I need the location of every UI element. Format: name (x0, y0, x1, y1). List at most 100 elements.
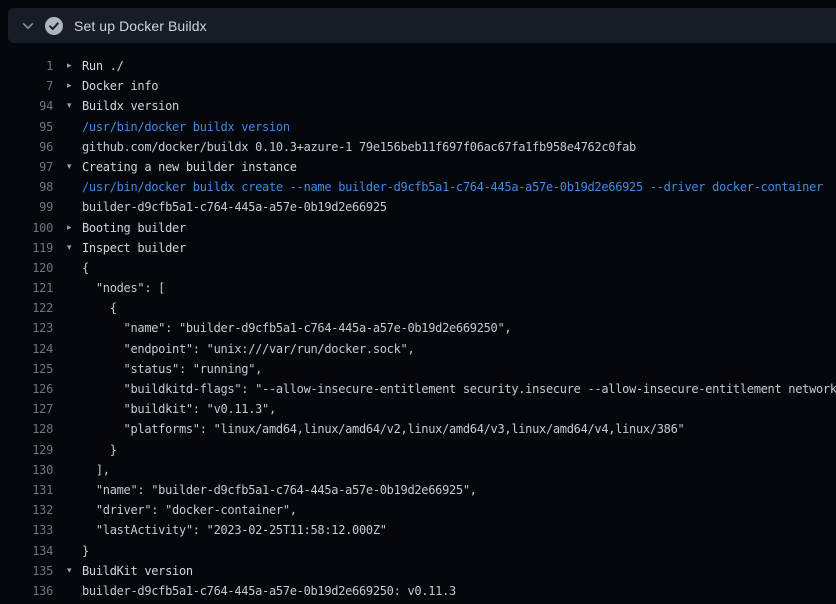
log-line: 95/usr/bin/docker buildx version (0, 117, 836, 137)
line-number[interactable]: 97 (0, 157, 53, 177)
line-number[interactable]: 1 (0, 56, 53, 76)
line-number[interactable]: 98 (0, 177, 53, 197)
line-number[interactable]: 125 (0, 359, 53, 379)
output-text: "lastActivity": "2023-02-25T11:58:12.000… (82, 520, 387, 540)
line-number[interactable]: 129 (0, 440, 53, 460)
log-line: 98/usr/bin/docker buildx create --name b… (0, 177, 836, 197)
triangle-right-icon[interactable]: ▸ (53, 56, 82, 76)
line-number[interactable]: 96 (0, 137, 53, 157)
log-line: 130 ], (0, 460, 836, 480)
group-title[interactable]: Buildx version (82, 96, 179, 116)
line-number[interactable]: 120 (0, 258, 53, 278)
output-text: } (82, 541, 89, 561)
log-line: 129 } (0, 440, 836, 460)
chevron-down-icon[interactable] (21, 19, 35, 33)
line-number[interactable]: 122 (0, 298, 53, 318)
triangle-down-icon[interactable]: ▾ (53, 561, 82, 581)
log-line: 122 { (0, 298, 836, 318)
indent (53, 117, 82, 137)
output-text: "status": "running", (82, 359, 262, 379)
log-line: 132 "driver": "docker-container", (0, 500, 836, 520)
output-text: { (82, 298, 117, 318)
log-line: 94▾Buildx version (0, 96, 836, 116)
output-text: "endpoint": "unix:///var/run/docker.sock… (82, 339, 414, 359)
step-title: Set up Docker Buildx (74, 18, 207, 34)
indent (53, 177, 82, 197)
indent (53, 318, 82, 338)
log-line: 133 "lastActivity": "2023-02-25T11:58:12… (0, 520, 836, 540)
line-number[interactable]: 119 (0, 238, 53, 258)
indent (53, 419, 82, 439)
log-line: 120 { (0, 258, 836, 278)
indent (53, 399, 82, 419)
line-number[interactable]: 7 (0, 76, 53, 96)
line-number[interactable]: 131 (0, 480, 53, 500)
log-line: 100▸Booting builder (0, 218, 836, 238)
line-number[interactable]: 95 (0, 117, 53, 137)
triangle-down-icon[interactable]: ▾ (53, 96, 82, 116)
triangle-down-icon[interactable]: ▾ (53, 238, 82, 258)
group-title[interactable]: Run ./ (82, 56, 124, 76)
output-text: builder-d9cfb5a1-c764-445a-a57e-0b19d2e6… (82, 197, 387, 217)
indent (53, 298, 82, 318)
line-number[interactable]: 127 (0, 399, 53, 419)
log-line: 119▾Inspect builder (0, 238, 836, 258)
output-text: "platforms": "linux/amd64,linux/amd64/v2… (82, 419, 684, 439)
indent (53, 500, 82, 520)
indent (53, 379, 82, 399)
output-text: "buildkitd-flags": "--allow-insecure-ent… (82, 379, 836, 399)
output-text: builder-d9cfb5a1-c764-445a-a57e-0b19d2e6… (82, 581, 456, 601)
line-number[interactable]: 126 (0, 379, 53, 399)
log-line: 136 builder-d9cfb5a1-c764-445a-a57e-0b19d… (0, 581, 836, 601)
indent (53, 541, 82, 561)
output-text: "name": "builder-d9cfb5a1-c764-445a-a57e… (82, 318, 511, 338)
log-line: 121 "nodes": [ (0, 278, 836, 298)
line-number[interactable]: 133 (0, 520, 53, 540)
line-number[interactable]: 130 (0, 460, 53, 480)
triangle-right-icon[interactable]: ▸ (53, 218, 82, 238)
line-number[interactable]: 124 (0, 339, 53, 359)
log-line: 7▸Docker info (0, 76, 836, 96)
indent (53, 440, 82, 460)
indent (53, 137, 82, 157)
output-text: "buildkit": "v0.11.3", (82, 399, 276, 419)
output-text: "driver": "docker-container", (82, 500, 297, 520)
line-number[interactable]: 128 (0, 419, 53, 439)
check-circle-icon (44, 16, 64, 36)
triangle-down-icon[interactable]: ▾ (53, 157, 82, 177)
command-text: /usr/bin/docker buildx version (82, 117, 290, 137)
command-text: /usr/bin/docker buildx create --name bui… (82, 177, 823, 197)
log-line: 135▾BuildKit version (0, 561, 836, 581)
line-number[interactable]: 100 (0, 218, 53, 238)
output-text: { (82, 258, 89, 278)
log-line: 97▾Creating a new builder instance (0, 157, 836, 177)
line-number[interactable]: 123 (0, 318, 53, 338)
log-line: 128 "platforms": "linux/amd64,linux/amd6… (0, 419, 836, 439)
line-number[interactable]: 94 (0, 96, 53, 116)
log-line: 124 "endpoint": "unix:///var/run/docker.… (0, 339, 836, 359)
indent (53, 581, 82, 601)
line-number[interactable]: 136 (0, 581, 53, 601)
step-header[interactable]: Set up Docker Buildx (8, 8, 836, 43)
log-line: 99 builder-d9cfb5a1-c764-445a-a57e-0b19d2… (0, 197, 836, 217)
group-title[interactable]: Docker info (82, 76, 158, 96)
group-title[interactable]: Creating a new builder instance (82, 157, 297, 177)
indent (53, 359, 82, 379)
output-text: } (82, 440, 117, 460)
triangle-right-icon[interactable]: ▸ (53, 76, 82, 96)
log-line: 96 github.com/docker/buildx 0.10.3+azure-… (0, 137, 836, 157)
line-number[interactable]: 99 (0, 197, 53, 217)
output-text: "nodes": [ (82, 278, 165, 298)
line-number[interactable]: 134 (0, 541, 53, 561)
group-title[interactable]: Booting builder (82, 218, 186, 238)
indent (53, 480, 82, 500)
line-number[interactable]: 121 (0, 278, 53, 298)
line-number[interactable]: 132 (0, 500, 53, 520)
log-line: 134} (0, 541, 836, 561)
output-text: ], (82, 460, 110, 480)
group-title[interactable]: BuildKit version (82, 561, 193, 581)
log-line: 131 "name": "builder-d9cfb5a1-c764-445a-… (0, 480, 836, 500)
output-text: github.com/docker/buildx 0.10.3+azure-1 … (82, 137, 636, 157)
group-title[interactable]: Inspect builder (82, 238, 186, 258)
line-number[interactable]: 135 (0, 561, 53, 581)
